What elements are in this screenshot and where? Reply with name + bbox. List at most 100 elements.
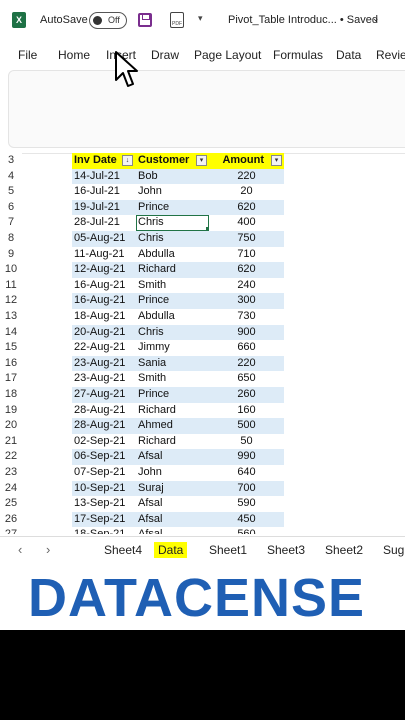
cell-customer[interactable]: Afsal [136,511,209,528]
cell-amount[interactable]: 400 [209,215,284,231]
sheet-tab-sheet1[interactable]: Sheet1 [209,543,247,557]
cell-customer[interactable]: Bob [136,168,209,185]
filter-sort-icon[interactable]: ↓ [122,155,133,166]
cell-amount[interactable]: 50 [209,433,284,450]
chevron-left-icon[interactable]: ‹ [18,542,22,557]
cell-customer[interactable]: Smith [136,277,209,294]
cell-amount[interactable]: 660 [209,340,284,356]
cell-inv-date[interactable]: 12-Aug-21 [72,262,136,278]
row-number[interactable]: 21 [0,434,22,450]
pdf-export-icon[interactable]: PDF [170,12,184,28]
cell-inv-date[interactable]: 28-Aug-21 [72,402,136,419]
tab-file[interactable]: File [18,48,37,62]
cell-amount[interactable]: 240 [209,277,284,294]
cell-customer[interactable]: Abdulla [136,309,209,325]
tab-formulas[interactable]: Formulas [273,48,323,62]
row-number[interactable]: 11 [0,278,22,294]
cell-customer[interactable]: Suraj [136,480,209,497]
cell-inv-date[interactable]: 27-Aug-21 [72,387,136,403]
row-number[interactable]: 23 [0,465,22,481]
cell-inv-date[interactable]: 07-Sep-21 [72,465,136,481]
cell-inv-date[interactable]: 18-Sep-21 [72,527,136,534]
row-number[interactable]: 24 [0,481,22,497]
row-number[interactable]: 22 [0,449,22,465]
cell-amount[interactable]: 590 [209,496,284,512]
cell-inv-date[interactable]: 18-Aug-21 [72,309,136,325]
chevron-right-icon[interactable]: › [46,542,50,557]
cell-customer[interactable]: Prince [136,199,209,216]
row-number[interactable]: 14 [0,325,22,341]
cell-customer[interactable]: Chris [136,231,209,247]
worksheet-grid[interactable]: 3 Inv Date ↓ Customer ▾ Amount ▾ 4 14-Jul… [0,153,405,534]
cell-inv-date[interactable]: 11-Aug-21 [72,246,136,263]
cell-amount[interactable]: 220 [209,355,284,372]
cell-amount[interactable]: 560 [209,527,284,534]
row-number[interactable]: 26 [0,512,22,528]
cell-inv-date[interactable]: 02-Sep-21 [72,433,136,450]
document-title[interactable]: Pivot_Table Introduc... • Saved [228,14,378,26]
cell-inv-date[interactable]: 06-Sep-21 [72,449,136,465]
cell-customer[interactable]: Afsal [136,449,209,465]
row-number[interactable]: 10 [0,262,22,278]
cell-customer[interactable]: Sania [136,355,209,372]
cell-inv-date[interactable]: 23-Aug-21 [72,371,136,387]
cell-amount[interactable]: 500 [209,418,284,434]
row-number[interactable]: 3 [0,153,22,169]
cell-inv-date[interactable]: 23-Aug-21 [72,355,136,372]
row-number[interactable]: 15 [0,340,22,356]
cell-inv-date[interactable]: 19-Jul-21 [72,199,136,216]
row-number[interactable]: 8 [0,231,22,247]
cell-amount[interactable]: 640 [209,465,284,481]
row-number[interactable]: 27 [0,527,22,534]
cell-amount[interactable]: 700 [209,480,284,497]
autosave-toggle[interactable]: Off [89,12,127,29]
cell-amount[interactable]: 620 [209,199,284,216]
sheet-tab-sug[interactable]: Sug [383,543,404,557]
cell-customer[interactable]: Abdulla [136,246,209,263]
cell-inv-date[interactable]: 14-Jul-21 [72,168,136,185]
cell-inv-date[interactable]: 16-Jul-21 [72,184,136,200]
cell-customer[interactable]: Smith [136,371,209,387]
cell-customer[interactable]: John [136,465,209,481]
row-number[interactable]: 4 [0,169,22,185]
chevron-down-icon[interactable]: ⌄ [372,13,380,24]
row-number[interactable]: 19 [0,403,22,419]
row-number[interactable]: 6 [0,200,22,216]
row-number[interactable]: 20 [0,418,22,434]
tab-data[interactable]: Data [336,48,361,62]
cell-amount[interactable]: 450 [209,511,284,528]
row-number[interactable]: 18 [0,387,22,403]
tab-home[interactable]: Home [58,48,90,62]
cell-inv-date[interactable]: 28-Jul-21 [72,215,136,231]
cell-inv-date[interactable]: 22-Aug-21 [72,340,136,356]
cell-amount[interactable]: 750 [209,231,284,247]
row-number[interactable]: 12 [0,293,22,309]
cell-amount[interactable]: 620 [209,262,284,278]
sheet-tab-sheet4[interactable]: Sheet4 [104,543,142,557]
cell-customer[interactable]: Richard [136,262,209,278]
row-number[interactable]: 16 [0,356,22,372]
row-number[interactable]: 13 [0,309,22,325]
row-number[interactable]: 9 [0,247,22,263]
cell-customer[interactable]: Prince [136,293,209,309]
cell-amount[interactable]: 260 [209,387,284,403]
cell-inv-date[interactable]: 16-Aug-21 [72,277,136,294]
customize-toolbar-chevron-icon[interactable]: ▾ [198,13,203,24]
cell-customer[interactable]: Ahmed [136,418,209,434]
cell-amount[interactable]: 730 [209,309,284,325]
row-number[interactable]: 25 [0,496,22,512]
cell-amount[interactable]: 990 [209,449,284,465]
row-number[interactable]: 5 [0,184,22,200]
cell-amount[interactable]: 900 [209,324,284,341]
cell-inv-date[interactable]: 10-Sep-21 [72,480,136,497]
cell-inv-date[interactable]: 13-Sep-21 [72,496,136,512]
sheet-tab-sheet2[interactable]: Sheet2 [325,543,363,557]
row-number[interactable]: 17 [0,371,22,387]
cell-inv-date[interactable]: 20-Aug-21 [72,324,136,341]
row-number[interactable]: 7 [0,215,22,231]
cell-amount[interactable]: 20 [209,184,284,200]
tab-draw[interactable]: Draw [151,48,179,62]
cell-amount[interactable]: 710 [209,246,284,263]
cell-amount[interactable]: 650 [209,371,284,387]
cell-amount[interactable]: 300 [209,293,284,309]
